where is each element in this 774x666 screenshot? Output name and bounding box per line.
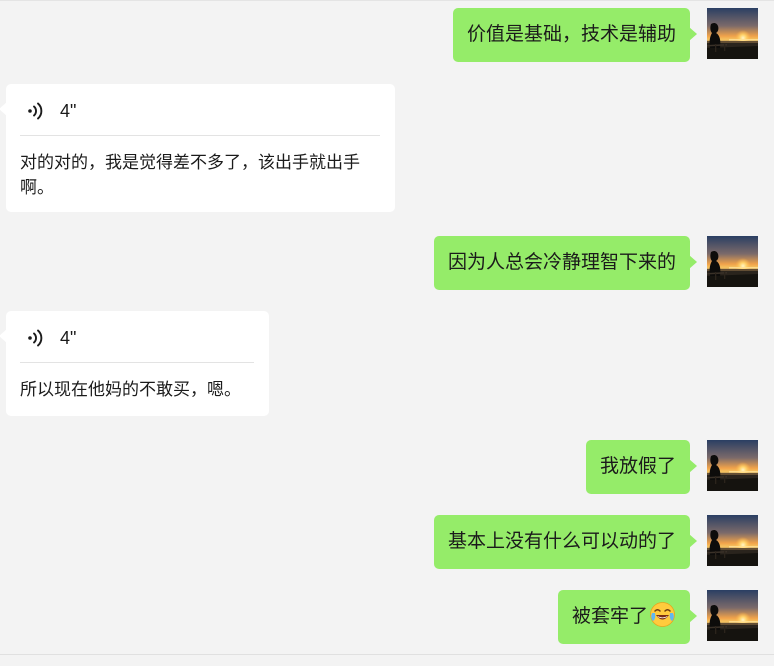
avatar-image (707, 590, 758, 641)
avatar-image (707, 440, 758, 491)
chat-area[interactable]: 价值是基础，技术是辅助 4" 对的对的，我是觉得差不多了，该出手就出手啊。 因为… (0, 0, 774, 666)
message-text: 被套牢了 (571, 606, 648, 627)
message-text: 基本上没有什么可以动的了 (447, 531, 676, 552)
voice-duration: 4" (60, 100, 77, 121)
avatar-image (707, 515, 758, 566)
avatar[interactable] (707, 590, 758, 641)
message-bubble-sent[interactable]: 我放假了 (585, 440, 698, 494)
loudly-crying-laughing-emoji-icon (650, 602, 675, 628)
avatar[interactable] (707, 440, 758, 491)
voice-transcript: 对的对的，我是觉得差不多了，该出手就出手啊。 (20, 153, 360, 197)
voice-divider (20, 362, 254, 363)
voice-message-bubble[interactable]: 4" 对的对的，我是觉得差不多了，该出手就出手啊。 (0, 84, 395, 212)
voice-player[interactable]: 4" (26, 98, 76, 124)
voice-wave-icon[interactable] (26, 101, 46, 121)
voice-message-bubble[interactable]: 4" 所以现在他妈的不敢买，嗯。 (0, 311, 269, 416)
voice-player[interactable]: 4" (26, 325, 76, 351)
top-divider (0, 0, 774, 1)
message-text: 我放假了 (599, 456, 676, 477)
avatar-image (707, 236, 758, 287)
message-bubble-sent[interactable]: 基本上没有什么可以动的了 (433, 515, 698, 569)
voice-transcript: 所以现在他妈的不敢买，嗯。 (20, 380, 241, 399)
avatar[interactable] (707, 236, 758, 287)
bottom-divider (0, 654, 774, 655)
voice-wave-icon[interactable] (26, 328, 46, 348)
voice-duration: 4" (60, 327, 77, 348)
message-bubble-sent[interactable]: 价值是基础，技术是辅助 (452, 8, 698, 62)
avatar[interactable] (707, 515, 758, 566)
message-text: 因为人总会冷静理智下来的 (447, 252, 676, 273)
avatar-image (707, 8, 758, 59)
message-text: 价值是基础，技术是辅助 (466, 24, 676, 45)
message-bubble-sent[interactable]: 因为人总会冷静理智下来的 (433, 236, 698, 290)
voice-divider (20, 135, 380, 136)
avatar[interactable] (707, 8, 758, 59)
message-bubble-sent[interactable]: 被套牢了 (557, 590, 698, 644)
